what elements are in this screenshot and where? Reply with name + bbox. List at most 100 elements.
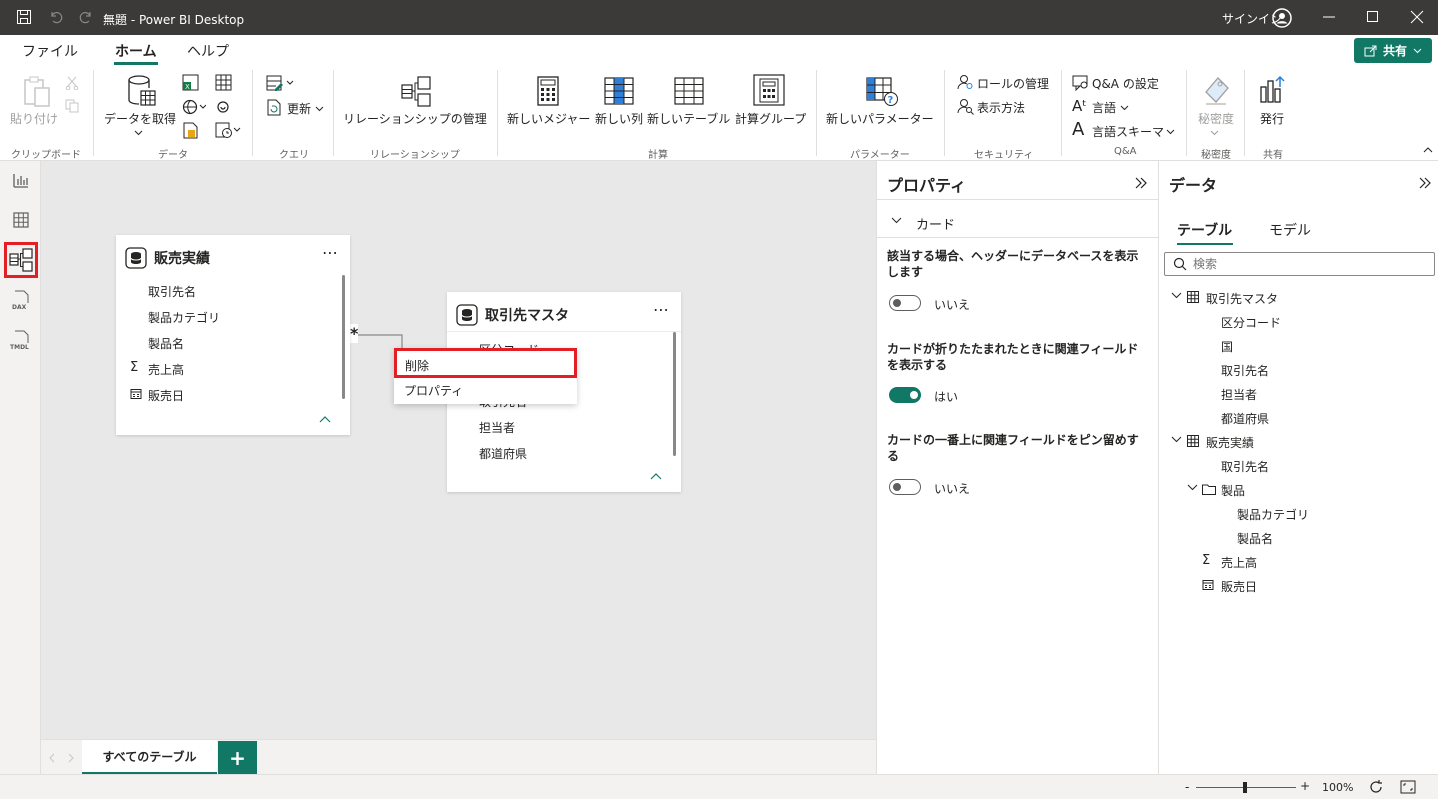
- chevron-down-icon[interactable]: [891, 217, 902, 225]
- language-icon[interactable]: Aᵗ: [1072, 97, 1087, 115]
- scrollbar[interactable]: [342, 275, 345, 399]
- new-parameter-button[interactable]: 新しいパラメーター: [826, 110, 934, 127]
- tree-field[interactable]: 製品名: [1237, 530, 1273, 547]
- scrollbar[interactable]: [673, 332, 676, 456]
- chevron-down-icon[interactable]: [1171, 292, 1182, 300]
- qa-setup-icon[interactable]: [1072, 74, 1089, 91]
- collapse-card-icon[interactable]: [319, 415, 331, 423]
- zoom-out-button[interactable]: -: [1185, 780, 1189, 794]
- tab-home[interactable]: ホーム: [115, 41, 157, 61]
- table-field[interactable]: 売上高: [148, 361, 184, 378]
- zoom-in-button[interactable]: +: [1300, 779, 1310, 793]
- maximize-icon[interactable]: [1366, 10, 1380, 24]
- chevron-down-icon[interactable]: [315, 104, 324, 113]
- tree-field[interactable]: 区分コード: [1221, 314, 1281, 331]
- manage-roles-icon[interactable]: [957, 74, 974, 91]
- model-view-icon[interactable]: [4, 242, 38, 278]
- user-avatar-icon[interactable]: [1272, 8, 1292, 28]
- redo-icon[interactable]: [78, 9, 94, 25]
- new-table-button[interactable]: 新しいテーブル: [647, 110, 730, 127]
- qa-setup-button[interactable]: Q&A の設定: [1092, 75, 1159, 92]
- refresh-icon[interactable]: [266, 99, 283, 116]
- sensitivity-button[interactable]: 秘密度: [1198, 110, 1234, 127]
- publish-button[interactable]: 発行: [1260, 110, 1284, 127]
- paste-button[interactable]: 貼り付け: [10, 110, 58, 127]
- collapse-pane-icon[interactable]: [1419, 177, 1431, 189]
- new-column-button[interactable]: 新しい列: [595, 110, 643, 127]
- excel-icon[interactable]: X: [182, 74, 199, 91]
- minimize-icon[interactable]: [1322, 10, 1336, 24]
- chevron-down-icon[interactable]: [1120, 103, 1129, 112]
- calculation-group-button[interactable]: 計算グループ: [735, 110, 806, 127]
- table-card-sales[interactable]: 販売実績 ⋯ 取引先名 製品カテゴリ 製品名 Σ 売上高 販売日: [116, 235, 350, 435]
- tab-help[interactable]: ヘルプ: [187, 41, 229, 61]
- table-field[interactable]: 製品カテゴリ: [148, 309, 220, 326]
- table-field[interactable]: 都道府県: [479, 445, 527, 462]
- chevron-down-icon[interactable]: [1187, 484, 1198, 492]
- more-options-icon[interactable]: ⋯: [653, 300, 670, 319]
- tree-field[interactable]: 担当者: [1221, 386, 1257, 403]
- copy-icon[interactable]: [65, 99, 79, 113]
- tree-field[interactable]: 取引先名: [1221, 458, 1269, 475]
- tree-field[interactable]: 都道府県: [1221, 410, 1269, 427]
- zoom-slider-thumb[interactable]: [1243, 782, 1247, 793]
- linguistic-schema-icon[interactable]: A: [1072, 119, 1084, 140]
- tab-model[interactable]: モデル: [1269, 220, 1311, 240]
- edit-query-icon[interactable]: [266, 75, 296, 92]
- toggle-switch[interactable]: [889, 479, 921, 495]
- delete-menu-item[interactable]: 削除: [394, 348, 577, 378]
- table-field[interactable]: 販売日: [148, 387, 184, 404]
- collapse-card-icon[interactable]: [650, 472, 662, 480]
- fit-to-screen-icon[interactable]: [1400, 780, 1416, 794]
- data-hub-icon[interactable]: [215, 74, 232, 91]
- toggle-switch[interactable]: [889, 387, 921, 403]
- search-input[interactable]: [1193, 255, 1423, 273]
- tmdl-view-icon[interactable]: TMDL: [8, 327, 34, 353]
- card-section-header[interactable]: カード: [916, 214, 955, 233]
- share-button[interactable]: 共有: [1354, 38, 1432, 63]
- view-as-button[interactable]: 表示方法: [977, 99, 1025, 116]
- tree-field[interactable]: 製品カテゴリ: [1237, 506, 1309, 523]
- collapse-pane-icon[interactable]: [1135, 177, 1147, 189]
- chevron-down-icon[interactable]: [1166, 127, 1175, 136]
- report-view-icon[interactable]: [8, 167, 34, 193]
- tree-table[interactable]: 販売実績: [1206, 434, 1254, 451]
- save-icon[interactable]: [16, 9, 32, 25]
- tree-field[interactable]: 取引先名: [1221, 362, 1269, 379]
- language-button[interactable]: 言語: [1092, 99, 1116, 116]
- toggle-switch[interactable]: [889, 295, 921, 311]
- close-icon[interactable]: [1410, 10, 1424, 24]
- chevron-down-icon[interactable]: [1210, 128, 1219, 137]
- manage-roles-button[interactable]: ロールの管理: [977, 75, 1049, 92]
- refresh-button[interactable]: 更新: [287, 100, 311, 117]
- manage-relationships-button[interactable]: リレーションシップの管理: [343, 110, 487, 127]
- tree-folder[interactable]: 製品: [1221, 482, 1245, 499]
- model-canvas[interactable]: * 販売実績 ⋯ 取引先名 製品カテゴリ 製品名 Σ 売上高 販売日 取引先マス…: [41, 161, 876, 739]
- undo-icon[interactable]: [48, 9, 64, 25]
- view-as-icon[interactable]: [957, 98, 974, 115]
- collapse-ribbon-icon[interactable]: [1423, 146, 1433, 154]
- search-field[interactable]: [1164, 252, 1435, 276]
- recent-sources-icon[interactable]: [182, 122, 199, 139]
- transform-data-icon[interactable]: [215, 122, 243, 139]
- tab-tables[interactable]: テーブル: [1177, 220, 1232, 240]
- table-view-icon[interactable]: [8, 207, 34, 233]
- new-measure-button[interactable]: 新しいメジャー: [507, 110, 590, 127]
- zoom-level[interactable]: 100%: [1322, 781, 1353, 794]
- dataverse-icon[interactable]: [215, 99, 232, 116]
- table-field[interactable]: 取引先名: [148, 283, 196, 300]
- tree-field[interactable]: 販売日: [1221, 578, 1257, 595]
- more-options-icon[interactable]: ⋯: [322, 243, 339, 262]
- tree-field[interactable]: 売上高: [1221, 554, 1257, 571]
- tree-field[interactable]: 国: [1221, 338, 1233, 355]
- properties-menu-item[interactable]: プロパティ: [404, 382, 463, 399]
- table-field[interactable]: 製品名: [148, 335, 184, 352]
- dax-query-view-icon[interactable]: DAX: [8, 287, 34, 313]
- cut-icon[interactable]: [65, 76, 79, 90]
- add-page-button[interactable]: +: [218, 741, 257, 775]
- tab-file[interactable]: ファイル: [22, 41, 78, 61]
- scroll-left-icon[interactable]: [48, 753, 56, 763]
- get-data-button[interactable]: データを取得: [104, 110, 176, 127]
- reset-zoom-icon[interactable]: [1368, 779, 1384, 795]
- chevron-down-icon[interactable]: [1171, 436, 1182, 444]
